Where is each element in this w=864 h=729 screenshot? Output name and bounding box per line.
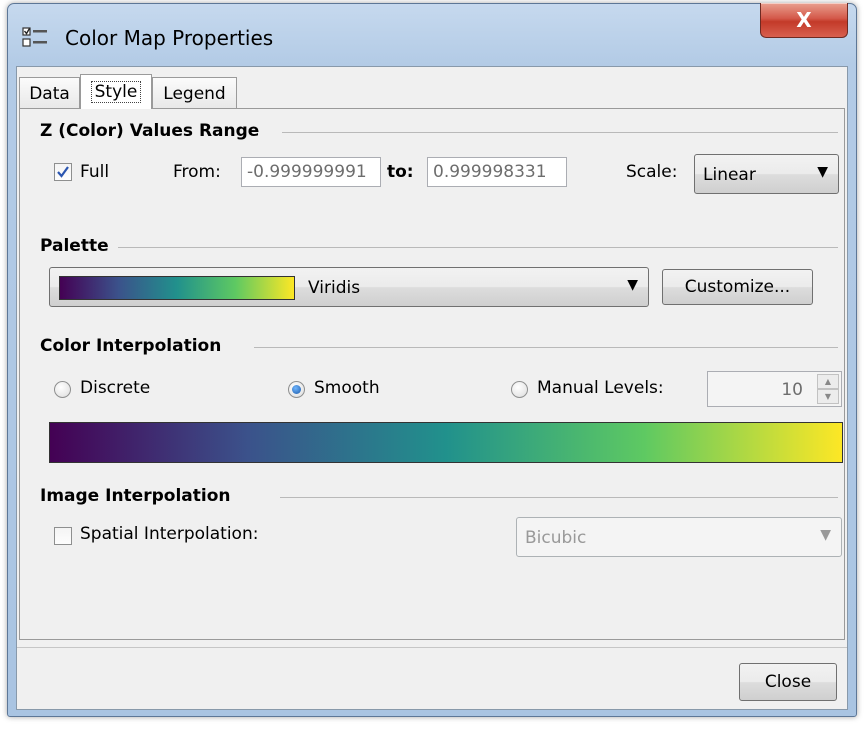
chevron-down-icon: ▼ [627, 277, 638, 293]
full-range-label: Full [80, 162, 110, 182]
levels-value: 10 [781, 380, 803, 400]
smooth-radio[interactable] [288, 381, 305, 398]
tab-data-label: Data [29, 83, 70, 104]
to-label: to: [387, 162, 414, 182]
spin-up-icon[interactable]: ▲ [817, 374, 839, 389]
style-tab-panel: Z (Color) Values Range Full From: -0.999… [19, 108, 845, 640]
from-label: From: [173, 162, 221, 182]
interpolation-method-select[interactable]: Bicubic ▼ [516, 517, 842, 557]
to-value-field[interactable]: 0.999998331 [427, 157, 567, 187]
palette-swatch [59, 276, 295, 300]
palette-select-value: Viridis [308, 278, 361, 298]
dialog-window: Color Map Properties X Data Style Legend… [7, 3, 857, 717]
levels-spinner[interactable]: 10 ▲ ▼ [707, 371, 842, 407]
tab-style[interactable]: Style [80, 74, 152, 109]
color-gradient-preview [49, 422, 843, 463]
customize-button[interactable]: Customize... [662, 269, 813, 305]
z-range-title: Z (Color) Values Range [40, 121, 260, 141]
color-interpolation-title: Color Interpolation [40, 336, 222, 356]
full-range-checkbox[interactable] [54, 163, 72, 181]
manual-levels-label: Manual Levels: [537, 378, 664, 398]
from-value-field[interactable]: -0.999999991 [241, 157, 381, 187]
palette-title: Palette [40, 236, 109, 256]
z-range-separator [282, 132, 838, 133]
dialog-client-area: Data Style Legend Z (Color) Values Range… [16, 66, 848, 710]
window-title: Color Map Properties [65, 26, 274, 50]
scale-label: Scale: [626, 162, 678, 182]
spatial-interpolation-checkbox[interactable] [54, 527, 72, 545]
manual-levels-radio[interactable] [511, 381, 528, 398]
chevron-down-icon: ▼ [817, 164, 828, 180]
window-close-button[interactable]: X [760, 3, 848, 38]
chevron-down-icon: ▼ [820, 527, 831, 543]
smooth-label: Smooth [314, 378, 380, 398]
tab-legend-label: Legend [163, 83, 226, 104]
properties-list-icon [22, 27, 47, 47]
footer-separator [17, 647, 847, 648]
discrete-label: Discrete [80, 378, 151, 398]
tab-data[interactable]: Data [19, 77, 80, 109]
tab-style-label: Style [90, 81, 142, 103]
spinner-buttons: ▲ ▼ [817, 374, 839, 404]
tab-legend[interactable]: Legend [152, 77, 237, 109]
spin-down-icon[interactable]: ▼ [817, 389, 839, 404]
spatial-interpolation-label: Spatial Interpolation: [80, 524, 259, 544]
scale-select[interactable]: Linear ▼ [694, 154, 839, 194]
scale-select-value: Linear [703, 165, 756, 185]
image-interpolation-separator [280, 497, 838, 498]
palette-separator [118, 247, 838, 248]
discrete-radio[interactable] [54, 381, 71, 398]
image-interpolation-title: Image Interpolation [40, 486, 231, 506]
palette-select[interactable]: Viridis ▼ [49, 267, 649, 307]
title-bar[interactable]: Color Map Properties X [8, 3, 856, 66]
radio-selected-dot [292, 385, 301, 394]
close-button[interactable]: Close [739, 663, 837, 701]
color-interpolation-separator [254, 347, 838, 348]
interpolation-method-value: Bicubic [525, 528, 587, 548]
checkmark-icon [57, 166, 69, 178]
